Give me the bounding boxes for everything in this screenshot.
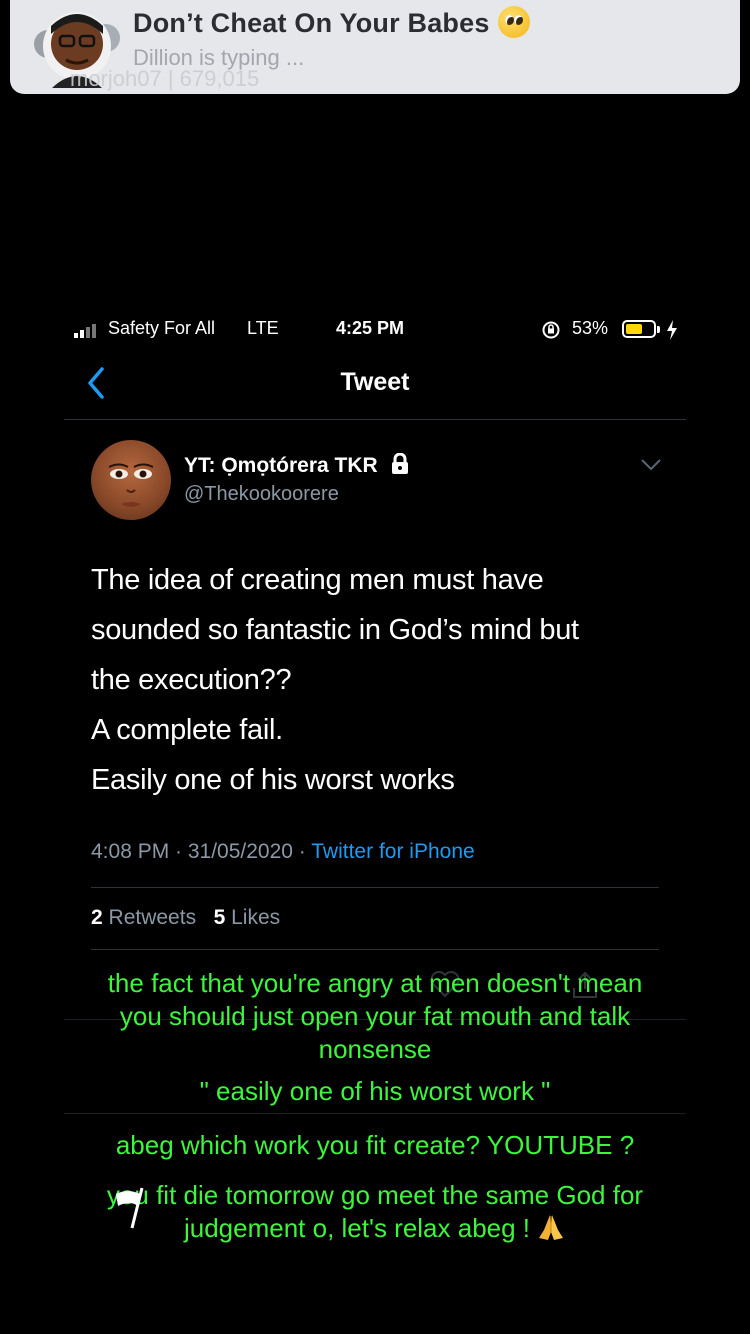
likes-label: Likes [231,906,281,929]
tweet-line: The idea of creating men must have [91,564,544,596]
tweet-timestamp: 4:08 PM · 31/05/2020 · [91,840,312,863]
network-type: LTE [247,318,279,338]
signal-icon [74,324,96,338]
tweet-line: A complete fail. [91,714,283,746]
display-name-text: YT: Ọmọtórera TKR [184,454,378,477]
folded-hands-icon [539,1215,564,1240]
tweet-line: sounded so fantastic in God’s mind but [91,614,579,646]
caption-line: the fact that you're angry at men doesn'… [107,968,643,998]
page-title: Tweet [340,368,410,396]
tweet-line: the execution?? [91,664,292,696]
user-handle[interactable]: @Thekookoorere [184,483,339,506]
tweet-text: The idea of creating men must have sound… [91,555,691,805]
lock-icon [391,452,408,474]
chevron-down-icon[interactable] [640,458,662,472]
caption-3: abeg which work you fit create? YOUTUBE … [115,1130,635,1160]
likes-stat[interactable]: 5 Likes [214,906,281,929]
meta-divider [91,887,659,888]
tweet-line: Easily one of his worst works [91,764,455,796]
battery-percent: 53% [572,318,609,338]
caption-line: you should just open your fat mouth and … [119,1001,631,1031]
nav-divider [64,419,686,420]
typing-indicator: Dillion is typing ... [133,45,305,70]
retweets-count: 2 [91,906,103,929]
caption-line-text: judgement o, let's relax abeg ! [183,1213,531,1243]
chat-title-text: Don’t Cheat On Your Babes [133,8,490,38]
white-flag-icon [116,1187,144,1229]
caption-line: nonsense [318,1034,432,1064]
battery-level [626,324,642,334]
chat-title: Don’t Cheat On Your Babes [133,6,530,39]
tweet-stats: 2 Retweets 5 Likes [91,906,280,930]
stats-divider [91,949,659,950]
likes-count: 5 [213,906,226,929]
battery-cap [657,326,660,333]
retweets-label: Retweets [108,906,197,929]
charging-bolt-icon [667,320,677,340]
retweets-stat[interactable]: 2 Retweets [91,906,196,929]
notification-banner[interactable]: morjoh07 | 679,015 Don’t Cheat On Your B… [10,0,740,94]
pleading-face-icon [497,6,530,38]
reply-divider [64,1113,686,1114]
battery-icon [622,320,656,338]
carrier-name: Safety For All [108,318,216,338]
profile-avatar[interactable] [91,440,171,520]
tweet-meta: 4:08 PM · 31/05/2020 · Twitter for iPhon… [91,840,475,864]
caption-1: the fact that you're angry at men doesn'… [0,967,750,1066]
tweet-source-link[interactable]: Twitter for iPhone [311,840,474,863]
face-illustration [108,463,154,507]
display-name[interactable]: YT: Ọmọtórera TKR [184,452,410,478]
rotation-lock-icon [542,321,560,339]
caption-2: " easily one of his worst work " [199,1076,551,1106]
status-time: 4:25 PM [336,318,405,338]
